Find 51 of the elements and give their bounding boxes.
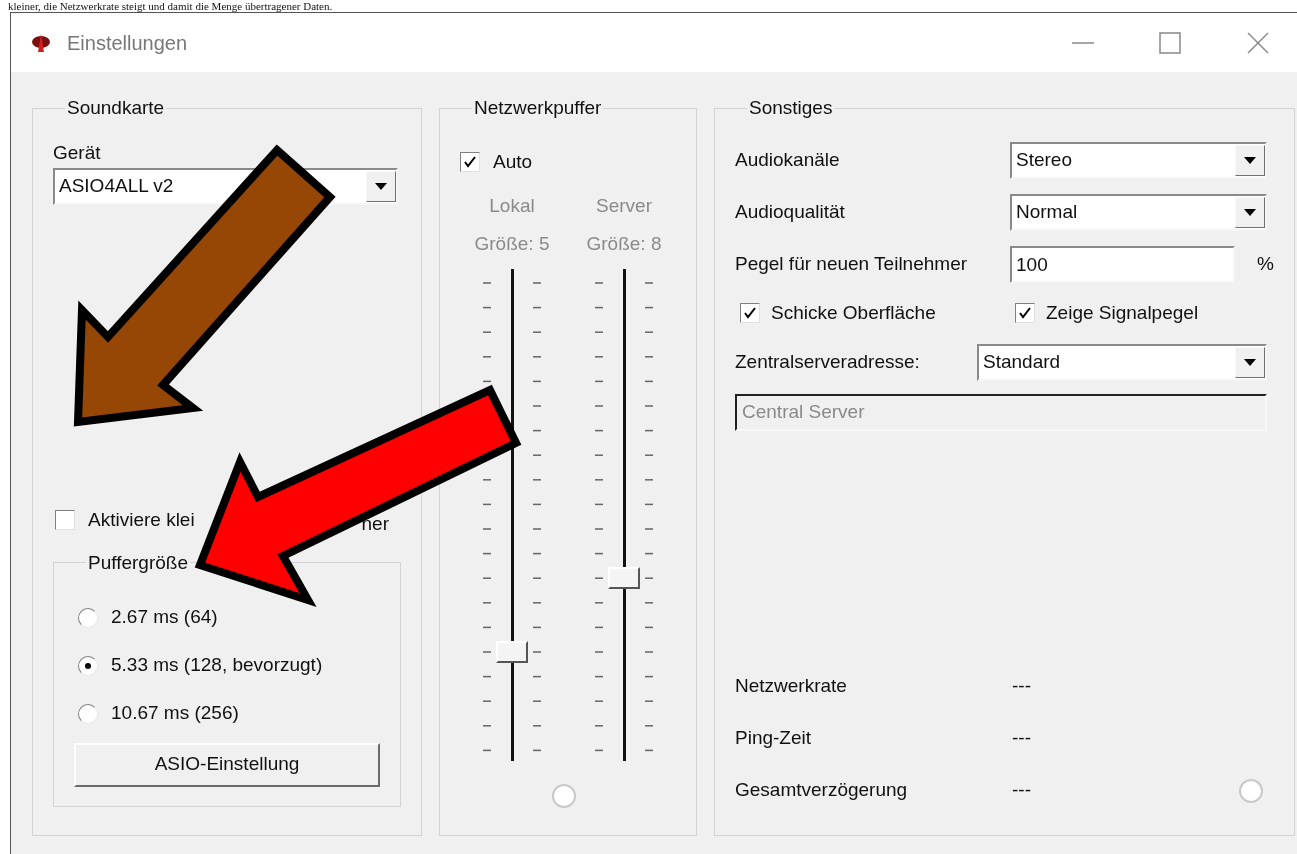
radio-button[interactable] xyxy=(78,703,98,724)
slider-value: Größe: 5 xyxy=(474,232,550,255)
checkbox[interactable] xyxy=(1015,303,1035,324)
checkbox-label: Schicke Oberfläche xyxy=(771,301,936,325)
stat-label: Gesamtverzögerung xyxy=(735,778,909,803)
close-icon[interactable] xyxy=(1247,31,1269,54)
field-label: Zentralserveradresse: xyxy=(735,349,921,374)
group-title: Soundkarte xyxy=(66,98,166,118)
checkbox[interactable] xyxy=(55,510,75,531)
stat-value: --- xyxy=(1012,778,1031,803)
field-label: Audiokanäle xyxy=(735,148,841,173)
status-led-icon xyxy=(1237,777,1264,804)
status-led-icon xyxy=(551,782,577,809)
dropdown[interactable]: Standard xyxy=(977,343,1267,381)
dropdown[interactable]: Normal xyxy=(1010,194,1267,231)
field-label: Pegel für neuen Teilnehmer xyxy=(735,252,969,277)
caret-icon xyxy=(375,183,387,190)
asio-settings-button[interactable]: ASIO-Einstellung xyxy=(74,742,380,787)
checkbox[interactable] xyxy=(740,303,760,324)
dropdown[interactable]: Stereo xyxy=(1010,142,1267,179)
stat-label: Netzwerkrate xyxy=(735,674,848,699)
stat-value: --- xyxy=(1012,674,1031,699)
group-title: Sonstiges xyxy=(748,98,834,118)
slider-label: Server xyxy=(596,194,652,217)
checkbox-label: Auto xyxy=(493,150,533,174)
radio-button[interactable] xyxy=(78,607,98,628)
radio-label: 5.33 ms (128, bevorzugt) xyxy=(111,653,323,678)
slider-value: Größe: 8 xyxy=(586,232,662,255)
input-field[interactable]: 100 xyxy=(1010,246,1235,283)
checkbox[interactable] xyxy=(460,152,480,173)
caret-icon xyxy=(1244,358,1256,366)
checkbox-label: ner xyxy=(361,512,389,536)
checkbox-label: Aktiviere klei xyxy=(88,508,195,532)
checkbox-label: Zeige Signalpegel xyxy=(1046,301,1199,325)
radio-button[interactable] xyxy=(78,655,98,676)
field-label: Gerät xyxy=(53,142,102,164)
radio-label: 10.67 ms (256) xyxy=(111,701,239,726)
slider-thumb[interactable] xyxy=(496,641,528,664)
field-label: Audioqualität xyxy=(735,200,846,225)
caret-icon xyxy=(1244,157,1256,164)
slider-label: Lokal xyxy=(489,194,535,217)
slider-thumb[interactable] xyxy=(608,567,640,590)
window-title: Einstellungen xyxy=(67,30,188,56)
radio-label: 2.67 ms (64) xyxy=(111,605,218,630)
group-title: Netzwerkpuffer xyxy=(473,98,603,118)
stat-label: Ping-Zeit xyxy=(735,726,813,751)
stat-value: --- xyxy=(1012,726,1031,751)
group-title: Puffergröße xyxy=(87,552,189,573)
caret-icon xyxy=(1244,209,1256,216)
unit-label: % xyxy=(1257,252,1274,277)
caption-text: kleiner, die Netzwerkrate steigt und damit die Menge übertragener Daten. xyxy=(8,0,333,12)
